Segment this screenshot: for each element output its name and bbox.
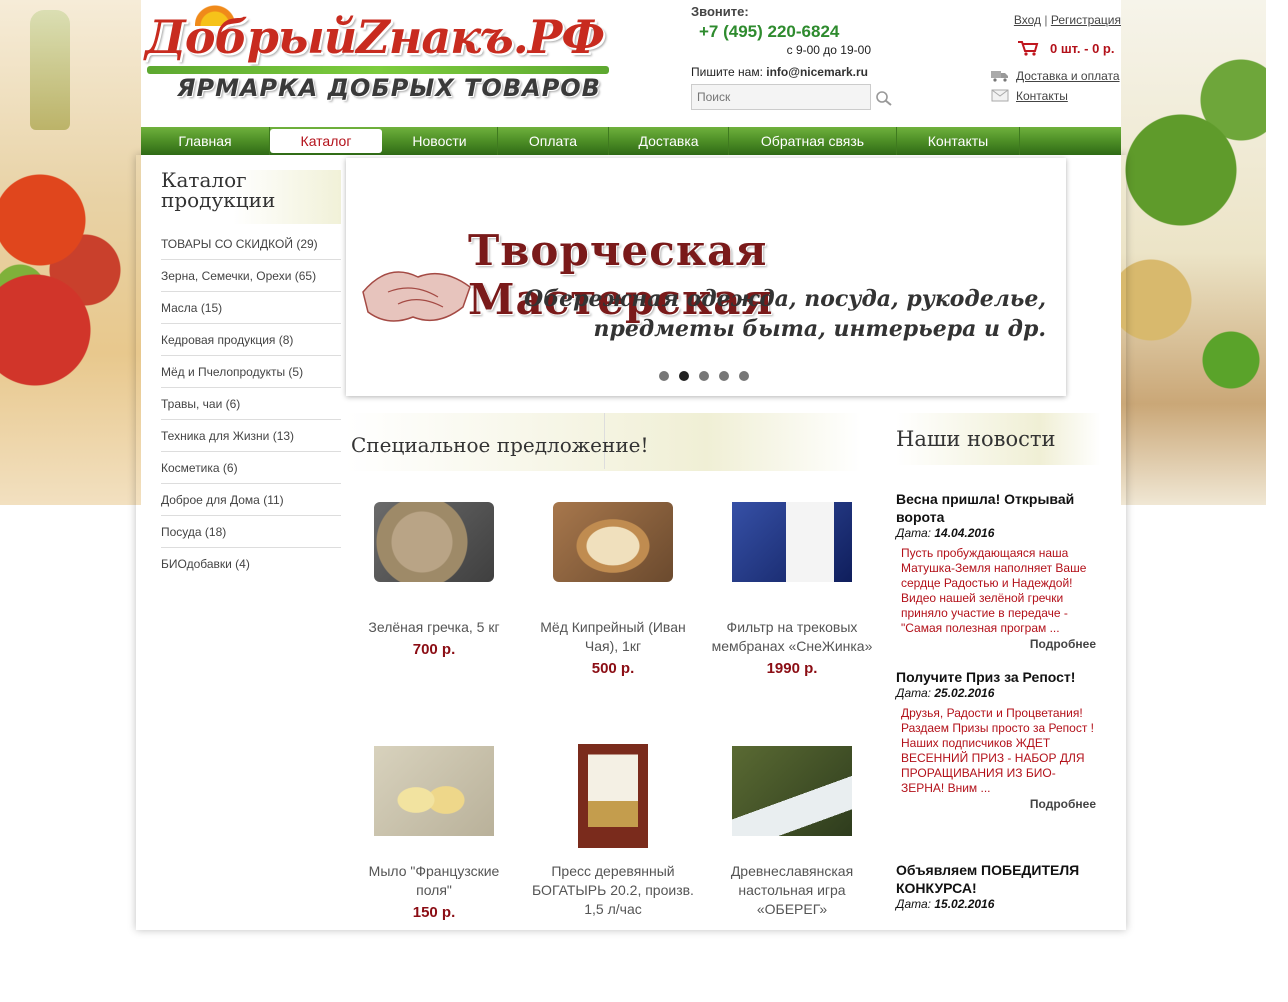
nav-news[interactable]: Новости <box>382 127 498 155</box>
product-name[interactable]: Мёд Кипрейный (Иван Чая), 1кг <box>528 618 698 656</box>
background-vegetables-left <box>0 0 141 505</box>
cart-widget[interactable]: 0 шт. - 0 р. <box>1017 40 1122 58</box>
product-image-soap[interactable] <box>374 746 494 836</box>
slider-dots <box>659 371 749 381</box>
news-item-date: Дата: 15.02.2016 <box>896 897 995 911</box>
news-header: Наши новости <box>896 413 1101 465</box>
news-item-title[interactable]: Получите Приз за Репост! <box>896 668 1096 686</box>
slider-dot[interactable] <box>739 371 749 381</box>
product-price: 700 р. <box>412 641 456 658</box>
catalog-item[interactable]: Косметика (6) <box>161 452 341 484</box>
product-card[interactable]: Фильтр на трековых мембранах «СнеЖинка» … <box>707 502 877 677</box>
call-label: Звоните: <box>691 4 749 19</box>
catalog-item[interactable]: ТОВАРЫ СО СКИДКОЙ (29) <box>161 228 341 260</box>
background-vegetables-right <box>1121 0 1288 505</box>
news-item: Весна пришла! Открывай ворота Дата: 14.0… <box>896 490 1096 651</box>
special-offer-title: Специальное предложение! <box>351 433 649 457</box>
catalog-sidebar: Каталог продукции ТОВАРЫ СО СКИДКОЙ (29)… <box>161 170 341 580</box>
product-image-honey[interactable] <box>553 502 673 582</box>
register-link[interactable]: Регистрация <box>1051 13 1121 27</box>
news-item-date: Дата: 25.02.2016 <box>896 686 995 700</box>
banner-subtitle: Обережная одежда, посуда, рукоделье, пре… <box>524 286 1046 342</box>
cart-summary: 0 шт. - 0 р. <box>1050 41 1115 56</box>
contact-block: Звоните: +7 (495) 220-6824 с 9-00 до 19-… <box>691 4 871 79</box>
login-link[interactable]: Вход <box>1014 13 1041 27</box>
catalog-item[interactable]: Мёд и Пчелопродукты (5) <box>161 356 341 388</box>
product-image-game[interactable] <box>732 746 852 836</box>
search-input[interactable] <box>692 85 870 109</box>
product-image-filter[interactable] <box>732 502 852 582</box>
news-item-body: Друзья, Радости и Процветания! Раздаем П… <box>901 706 1094 795</box>
contacts-link[interactable]: Контакты <box>1016 89 1068 103</box>
cart-icon <box>1018 41 1039 56</box>
email-address[interactable]: info@nicemark.ru <box>766 65 868 79</box>
news-item-title[interactable]: Весна пришла! Открывай ворота <box>896 490 1096 526</box>
nav-feedback[interactable]: Обратная связь <box>729 127 897 155</box>
news-item-date: Дата: 14.04.2016 <box>896 526 995 540</box>
slider-dot[interactable] <box>719 371 729 381</box>
nav-contacts[interactable]: Контакты <box>897 127 1020 155</box>
catalog-item[interactable]: Доброе для Дома (11) <box>161 484 341 516</box>
phone-number: +7 (495) 220-6824 <box>699 22 840 41</box>
catalog-item[interactable]: Травы, чаи (6) <box>161 388 341 420</box>
news-item-body: Пусть пробуждающаяся наша Матушка-Земля … <box>901 546 1087 635</box>
catalog-item[interactable]: Кедровая продукция (8) <box>161 324 341 356</box>
nav-home[interactable]: Главная <box>141 127 270 155</box>
product-card[interactable]: Древнеславянская настольная игра «ОБЕРЕГ… <box>707 746 877 919</box>
banner-slider[interactable]: Творческая Мастерская Обережная одежда, … <box>346 158 1066 396</box>
product-name[interactable]: Фильтр на трековых мембранах «СнеЖинка» <box>707 618 877 656</box>
product-name[interactable]: Древнеславянская настольная игра «ОБЕРЕГ… <box>707 862 877 919</box>
catalog-title: Каталог продукции <box>161 170 341 224</box>
catalog-item[interactable]: Масла (15) <box>161 292 341 324</box>
news-item: Объявляем ПОБЕДИТЕЛЯ КОНКУРСА! Дата: 15.… <box>896 861 1096 911</box>
catalog-list: ТОВАРЫ СО СКИДКОЙ (29) Зерна, Семечки, О… <box>161 228 341 580</box>
slider-dot[interactable] <box>659 371 669 381</box>
product-card[interactable]: Мёд Кипрейный (Иван Чая), 1кг 500 р. <box>528 502 698 677</box>
main-nav: Главная Каталог Новости Оплата Доставка … <box>141 127 1121 155</box>
product-name[interactable]: Мыло "Французские поля" <box>349 862 519 900</box>
product-card[interactable]: Пресс деревянный БОГАТЫРЬ 20.2, произв. … <box>528 744 698 919</box>
delivery-link[interactable]: Доставка и оплата <box>1016 69 1120 83</box>
email-line: Пишите нам: info@nicemark.ru <box>691 65 868 79</box>
product-price: 150 р. <box>412 904 456 921</box>
user-links: Вход | Регистрация <box>1013 13 1121 27</box>
catalog-item[interactable]: БИОдобавки (4) <box>161 548 341 580</box>
product-name[interactable]: Зелёная гречка, 5 кг <box>349 618 519 637</box>
truck-icon <box>991 71 1008 82</box>
handshake-image <box>362 271 471 322</box>
product-image-press[interactable] <box>578 744 648 848</box>
site-logo[interactable]: ДобрыйZнакъ.РФ ЯРМАРКА ДОБРЫХ ТОВАРОВ <box>141 4 616 116</box>
nav-delivery[interactable]: Доставка <box>609 127 729 155</box>
product-name[interactable]: Пресс деревянный БОГАТЫРЬ 20.2, произв. … <box>528 862 698 919</box>
product-price: 1990 р. <box>766 660 818 677</box>
slider-dot-active[interactable] <box>679 371 689 381</box>
logo-subtitle: ЯРМАРКА ДОБРЫХ ТОВАРОВ <box>177 74 601 102</box>
product-price: 500 р. <box>591 660 635 677</box>
news-item: Получите Приз за Репост! Дата: 25.02.201… <box>896 668 1096 811</box>
nav-catalog[interactable]: Каталог <box>270 129 382 153</box>
search-box <box>691 84 871 110</box>
search-icon[interactable] <box>875 90 895 106</box>
product-image-buckwheat[interactable] <box>374 502 494 582</box>
special-offer-header: Специальное предложение! <box>346 413 861 471</box>
catalog-item[interactable]: Зерна, Семечки, Орехи (65) <box>161 260 341 292</box>
product-card[interactable]: Зелёная гречка, 5 кг 700 р. <box>349 502 519 658</box>
info-links: Доставка и оплата Контакты <box>991 66 1122 106</box>
logo-title: ДобрыйZнакъ.РФ <box>145 10 605 64</box>
catalog-item[interactable]: Посуда (18) <box>161 516 341 548</box>
page-container: ДобрыйZнакъ.РФ ЯРМАРКА ДОБРЫХ ТОВАРОВ Зв… <box>141 0 1121 930</box>
news-more-link[interactable]: Подробнее <box>896 637 1096 651</box>
news-item-title[interactable]: Объявляем ПОБЕДИТЕЛЯ КОНКУРСА! <box>896 861 1096 897</box>
news-title: Наши новости <box>896 427 1056 451</box>
nav-payment[interactable]: Оплата <box>498 127 609 155</box>
catalog-item[interactable]: Техника для Жизни (13) <box>161 420 341 452</box>
work-hours: с 9-00 до 19-00 <box>786 43 871 57</box>
product-card[interactable]: Мыло "Французские поля" 150 р. <box>349 746 519 921</box>
slider-dot[interactable] <box>699 371 709 381</box>
news-more-link[interactable]: Подробнее <box>896 797 1096 811</box>
envelope-icon <box>991 89 1009 102</box>
